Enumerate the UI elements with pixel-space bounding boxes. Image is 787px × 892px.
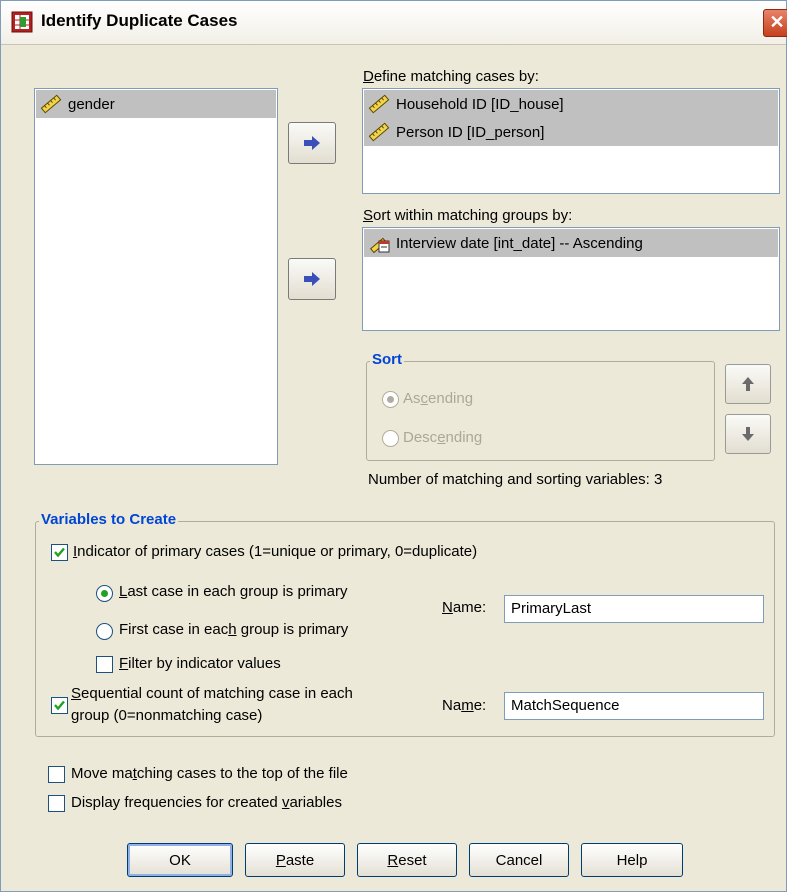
display-frequencies-checkbox[interactable]	[48, 795, 65, 812]
list-item[interactable]: Interview date [int_date] -- Ascending	[364, 229, 778, 257]
variables-group-legend: Variables to Create	[39, 511, 179, 528]
sort-group	[366, 361, 715, 461]
filter-label: Filter by indicator values	[119, 655, 281, 672]
display-frequencies-label: Display frequencies for created variable…	[71, 794, 342, 811]
descending-label: Descending	[403, 429, 483, 446]
name2-label: Name:	[442, 697, 487, 714]
variable-label: Interview date [int_date] -- Ascending	[396, 234, 643, 252]
filter-checkbox[interactable]	[96, 656, 113, 673]
sequence-name-input[interactable]: MatchSequence	[504, 692, 764, 720]
first-case-label: First case in each group is primary	[119, 621, 349, 638]
sort-group-legend: Sort	[370, 351, 404, 368]
sequential-label-line1: Sequential count of matching case in eac…	[71, 685, 353, 702]
matching-count-text: Number of matching and sorting variables…	[368, 471, 663, 488]
checkmark-icon	[54, 547, 65, 558]
arrow-right-icon	[304, 272, 320, 286]
last-case-radio[interactable]	[96, 585, 113, 602]
move-up-button[interactable]	[725, 364, 771, 404]
help-button[interactable]: Help	[581, 843, 683, 877]
first-case-radio[interactable]	[96, 623, 113, 640]
title-bar[interactable]: Identify Duplicate Cases ✕	[1, 1, 787, 45]
move-to-sort-button[interactable]	[288, 258, 336, 300]
move-matching-label: Move matching cases to the top of the fi…	[71, 765, 348, 782]
close-button[interactable]: ✕	[763, 9, 787, 37]
arrow-up-icon	[742, 377, 754, 391]
ascending-label: Ascending	[403, 390, 474, 407]
arrow-down-icon	[742, 427, 754, 441]
variable-label: Person ID [ID_person]	[396, 123, 545, 141]
paste-button[interactable]: Paste	[245, 843, 345, 877]
dialog-title: Identify Duplicate Cases	[41, 11, 238, 30]
define-matching-label: Define matching cases by:	[363, 68, 539, 85]
sequential-label-line2: group (0=nonmatching case)	[71, 707, 263, 724]
last-case-label: Last case in each group is primary	[119, 583, 348, 600]
move-matching-checkbox[interactable]	[48, 766, 65, 783]
checkmark-icon	[54, 700, 65, 711]
name1-label: Name:	[442, 599, 487, 616]
sequential-checkbox[interactable]	[51, 697, 68, 714]
move-to-matching-button[interactable]	[288, 122, 336, 164]
sort-within-label: Sort within matching groups by:	[363, 207, 573, 224]
variable-label: Household ID [ID_house]	[396, 95, 564, 113]
matching-variables-list[interactable]: Household ID [ID_house] Person ID [ID_pe…	[362, 88, 780, 194]
source-variable-list[interactable]: gender	[34, 88, 278, 465]
ascending-radio[interactable]	[382, 391, 399, 408]
primary-name-input[interactable]: PrimaryLast	[504, 595, 764, 623]
move-down-button[interactable]	[725, 414, 771, 454]
list-item[interactable]: gender	[36, 90, 276, 118]
ruler-scale-icon	[368, 94, 390, 114]
app-icon	[11, 11, 33, 33]
ok-button[interactable]: OK	[127, 843, 233, 877]
arrow-right-icon	[304, 136, 320, 150]
reset-button[interactable]: Reset	[357, 843, 457, 877]
identify-duplicate-cases-dialog: Identify Duplicate Cases ✕ gender Define…	[0, 0, 787, 892]
date-variable-icon	[369, 237, 390, 254]
indicator-label: Indicator of primary cases (1=unique or …	[73, 543, 478, 560]
variable-label: gender	[68, 95, 115, 113]
descending-radio[interactable]	[382, 430, 399, 447]
cancel-button[interactable]: Cancel	[469, 843, 569, 877]
ruler-scale-icon	[40, 94, 62, 114]
ruler-scale-icon	[368, 122, 390, 142]
list-item[interactable]: Person ID [ID_person]	[364, 118, 778, 146]
indicator-checkbox[interactable]	[51, 544, 68, 561]
list-item[interactable]: Household ID [ID_house]	[364, 90, 778, 118]
sort-variables-list[interactable]: Interview date [int_date] -- Ascending	[362, 227, 780, 331]
